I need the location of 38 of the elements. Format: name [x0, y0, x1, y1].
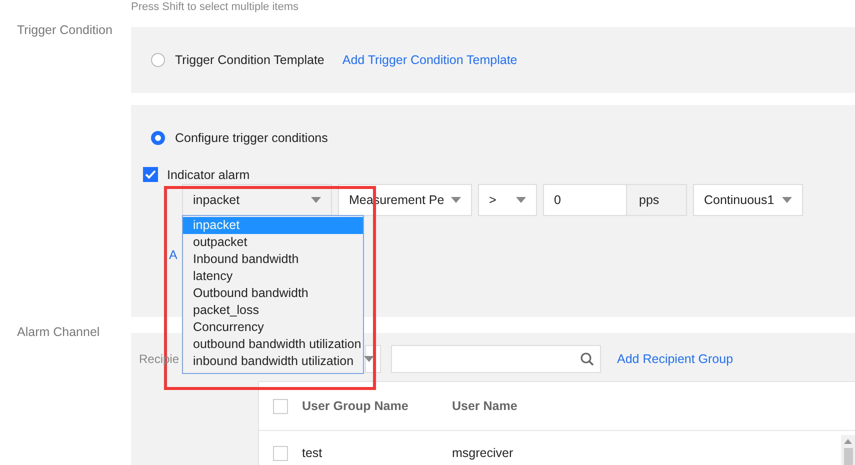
- add-link[interactable]: A: [169, 248, 178, 262]
- search-field[interactable]: [391, 345, 601, 373]
- column-header: User Name: [452, 399, 518, 413]
- radio-label: Trigger Condition Template: [175, 53, 324, 67]
- scroll-up-icon[interactable]: [844, 439, 852, 444]
- hint-text: Press Shift to select multiple items: [131, 0, 300, 14]
- checkbox[interactable]: [273, 398, 288, 414]
- dropdown-option[interactable]: Inbound bandwidth: [183, 251, 363, 268]
- scrollbar[interactable]: [841, 435, 855, 465]
- operator-dropdown[interactable]: >: [478, 184, 537, 216]
- table-cell-text: msgreciver: [452, 446, 514, 460]
- dropdown-option[interactable]: Outbound bandwidth: [183, 285, 363, 302]
- add-recipient-link[interactable]: Add Recipient Group: [617, 352, 734, 366]
- table-cell-text: test: [302, 446, 324, 460]
- radio-button[interactable]: [151, 53, 165, 67]
- duration-dropdown[interactable]: Continuous1: [693, 184, 803, 216]
- dropdown-option[interactable]: packet_loss: [183, 302, 363, 319]
- section-label: Alarm Channel: [16, 324, 101, 341]
- caret-icon: [451, 197, 461, 203]
- column-header: User Group Name: [302, 399, 410, 413]
- radio-button[interactable]: [151, 131, 165, 145]
- add-template-link[interactable]: Add Trigger Condition Template: [342, 53, 518, 67]
- caret-icon: [311, 197, 321, 203]
- caret-icon: [782, 197, 792, 203]
- check-icon: [145, 170, 156, 179]
- dropdown-option[interactable]: outpacket: [183, 234, 363, 251]
- dropdown-option[interactable]: outbound bandwidth utilization: [183, 336, 363, 353]
- radio-label: Configure trigger conditions: [175, 131, 328, 145]
- checkbox[interactable]: [273, 446, 288, 460]
- caret-icon: [364, 356, 374, 362]
- caret-icon: [516, 197, 526, 203]
- dropdown-option[interactable]: Concurrency: [183, 319, 363, 336]
- dropdown-option[interactable]: latency: [183, 268, 363, 285]
- checkbox[interactable]: [143, 167, 158, 182]
- search-icon: [580, 352, 594, 366]
- section-label: Trigger Condition: [16, 22, 114, 39]
- dropdown-option[interactable]: inbound bandwidth utilization: [183, 353, 363, 370]
- checkbox-label: Indicator alarm: [167, 168, 250, 182]
